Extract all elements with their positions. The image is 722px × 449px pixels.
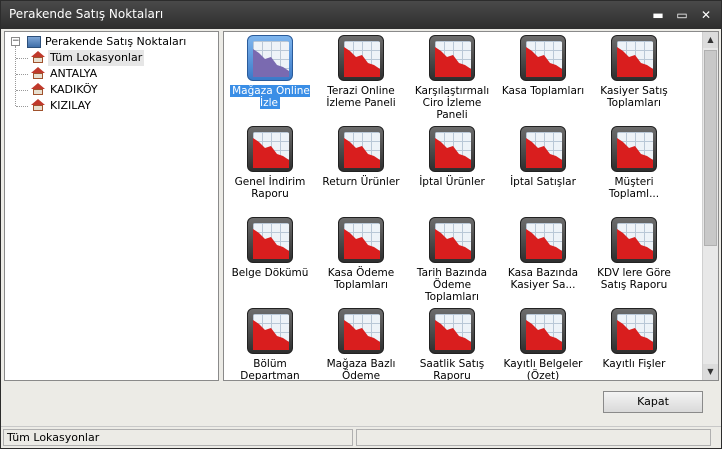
chart-report-icon	[520, 35, 566, 81]
chart-report-icon	[429, 308, 475, 354]
report-grid: Mağaza Online İzle Terazi Online İzleme …	[223, 31, 719, 381]
chart-report-icon	[520, 217, 566, 263]
tile-label: Kayıtlı Belgeler (Özet)	[503, 358, 583, 381]
tile-label: Return Ürünler	[322, 176, 400, 188]
chart-report-icon	[247, 308, 293, 354]
tree-connector	[16, 90, 28, 91]
report-tile-iptal-urunler[interactable]: İptal Ürünler	[407, 123, 497, 211]
tree-item-tum-lokasyonlar[interactable]: Tüm Lokasyonlar	[31, 50, 161, 66]
report-tile-genel-indirim[interactable]: Genel İndirim Raporu	[225, 123, 315, 211]
tile-label: Belge Dökümü	[231, 267, 309, 279]
maximize-icon[interactable]: ▭	[675, 8, 689, 22]
report-tile-return-urunler[interactable]: Return Ürünler	[316, 123, 406, 211]
chart-report-icon	[611, 308, 657, 354]
report-tile-saatlik-satis[interactable]: Saatlik Satış Raporu	[407, 305, 497, 381]
chart-report-icon	[429, 35, 475, 81]
chart-report-icon	[611, 35, 657, 81]
report-tile-kasa-bazinda-kasiyer[interactable]: Kasa Bazında Kasiyer Sa...	[498, 214, 588, 302]
chart-report-icon	[247, 217, 293, 263]
chart-report-icon	[338, 35, 384, 81]
tree-item-label: Tüm Lokasyonlar	[48, 50, 145, 66]
building-icon	[27, 36, 41, 48]
tile-label: Tarih Bazında Ödeme Toplamları	[416, 267, 488, 303]
tile-label: Kasa Toplamları	[501, 85, 585, 97]
tree-connector	[16, 106, 28, 107]
tile-label: İptal Ürünler	[419, 176, 485, 188]
close-icon[interactable]: ✕	[699, 8, 713, 22]
chart-report-icon	[338, 126, 384, 172]
report-tile-kayitli-belgeler[interactable]: Kayıtlı Belgeler (Özet)	[498, 305, 588, 381]
chart-report-icon	[520, 126, 566, 172]
report-tile-terazi-online[interactable]: Terazi Online İzleme Paneli	[316, 32, 406, 120]
chart-report-icon	[338, 308, 384, 354]
report-tile-bolum-departman[interactable]: Bölüm Departman Satışları	[225, 305, 315, 381]
tile-label: Bölüm Departman Satışları	[240, 358, 300, 381]
tile-label: Kayıtlı Fişler	[602, 358, 666, 370]
tree-item-label: KIZILAY	[50, 99, 92, 112]
store-icon-body	[33, 89, 43, 95]
chart-report-icon	[429, 126, 475, 172]
report-tile-magaza-bazli-odeme[interactable]: Mağaza Bazlı Ödeme Toplamları	[316, 305, 406, 381]
tree-connector	[15, 46, 16, 106]
close-button[interactable]: Kapat	[603, 391, 703, 413]
chart-report-icon	[611, 126, 657, 172]
tile-label: Terazi Online İzleme Paneli	[326, 85, 396, 109]
tile-label: Genel İndirim Raporu	[234, 176, 306, 200]
report-tile-tarih-bazinda-odeme[interactable]: Tarih Bazında Ödeme Toplamları	[407, 214, 497, 303]
store-icon-body	[33, 73, 43, 79]
tile-label: Kasiyer Satış Toplamları	[600, 85, 668, 109]
status-location: Tüm Lokasyonlar	[3, 429, 353, 446]
chart-report-icon	[247, 126, 293, 172]
report-tile-magaza-online-izle[interactable]: Mağaza Online İzle	[225, 32, 315, 120]
tree-item-label: KADIKÖY	[50, 83, 98, 96]
report-tile-kasiyer-satis[interactable]: Kasiyer Satış Toplamları	[589, 32, 679, 120]
tree-root-label: Perakende Satış Noktaları	[45, 35, 187, 48]
report-tile-musteri-toplamlari[interactable]: Müşteri Toplaml...	[589, 123, 679, 211]
tree-item-kadikoy[interactable]: KADIKÖY	[31, 82, 161, 98]
report-tile-karsilastirmali-ciro[interactable]: Karşılaştırmalı Ciro İzleme Paneli	[407, 32, 497, 121]
vertical-scrollbar[interactable]: ▲ ▼	[702, 32, 718, 380]
tile-label: Mağaza Bazlı Ödeme Toplamları	[326, 358, 396, 381]
minimize-icon[interactable]: ▬	[651, 8, 665, 22]
chart-report-icon	[611, 217, 657, 263]
report-tile-iptal-satislar[interactable]: İptal Satışlar	[498, 123, 588, 211]
chart-report-icon	[520, 308, 566, 354]
location-tree: − Perakende Satış Noktaları Tüm Lokasyon…	[4, 31, 219, 381]
window-title: Perakende Satış Noktaları	[9, 7, 164, 21]
report-tile-belge-dokumu[interactable]: Belge Dökümü	[225, 214, 315, 302]
report-window: Perakende Satış Noktaları ▬ ▭ ✕ − Perake…	[0, 0, 722, 449]
scroll-down-icon[interactable]: ▼	[703, 364, 718, 380]
tile-label: Kasa Bazında Kasiyer Sa...	[507, 267, 579, 291]
report-tile-kayitli-fisler[interactable]: Kayıtlı Fişler	[589, 305, 679, 380]
tile-label: Mağaza Online İzle	[230, 85, 310, 109]
scroll-up-icon[interactable]: ▲	[703, 32, 718, 48]
store-icon-body	[33, 105, 43, 111]
collapse-icon[interactable]: −	[11, 37, 20, 46]
report-tile-kasa-odeme[interactable]: Kasa Ödeme Toplamları	[316, 214, 406, 302]
report-tile-kasa-toplamlari[interactable]: Kasa Toplamları	[498, 32, 588, 120]
chart-report-icon	[247, 35, 293, 81]
store-icon-body	[33, 57, 43, 63]
tile-label: Karşılaştırmalı Ciro İzleme Paneli	[414, 85, 490, 121]
tile-label: Saatlik Satış Raporu	[419, 358, 485, 381]
tree-item-antalya[interactable]: ANTALYA	[31, 66, 161, 82]
tile-label: İptal Satışlar	[510, 176, 576, 188]
tile-label: KDV lere Göre Satış Raporu	[597, 267, 671, 291]
status-bar: Tüm Lokasyonlar	[1, 426, 721, 448]
status-secondary	[356, 429, 711, 446]
tree-connector	[16, 74, 28, 75]
tree-item-label: ANTALYA	[50, 67, 98, 80]
chart-report-icon	[429, 217, 475, 263]
scroll-thumb[interactable]	[704, 50, 717, 246]
tree-connector	[16, 58, 28, 59]
tile-label: Kasa Ödeme Toplamları	[327, 267, 395, 291]
title-bar: Perakende Satış Noktaları ▬ ▭ ✕	[1, 1, 721, 29]
tile-label: Müşteri Toplaml...	[608, 176, 660, 200]
tree-item-kizilay[interactable]: KIZILAY	[31, 98, 161, 114]
report-tile-kdv-satis[interactable]: KDV lere Göre Satış Raporu	[589, 214, 679, 302]
chart-report-icon	[338, 217, 384, 263]
